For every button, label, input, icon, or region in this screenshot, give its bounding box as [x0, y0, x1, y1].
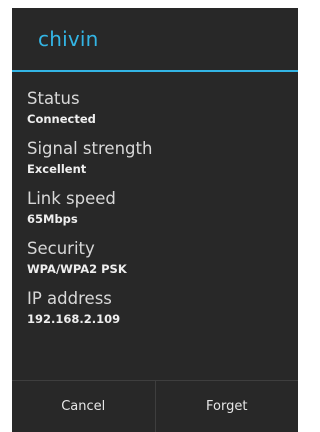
cancel-button[interactable]: Cancel: [12, 381, 155, 432]
detail-value: Connected: [27, 112, 96, 126]
detail-signal-strength: Signal strength Excellent: [12, 138, 298, 176]
detail-label: Link speed: [27, 189, 116, 208]
detail-ip-address: IP address 192.168.2.109: [12, 288, 298, 326]
network-details: Status Connected Signal strength Excelle…: [12, 72, 298, 326]
detail-label: Security: [27, 239, 95, 258]
detail-value: 65Mbps: [27, 212, 78, 226]
wifi-network-dialog: chivin Status Connected Signal strength …: [12, 8, 298, 432]
detail-value: WPA/WPA2 PSK: [27, 262, 127, 276]
dialog-button-bar: Cancel Forget: [12, 380, 298, 432]
detail-security: Security WPA/WPA2 PSK: [12, 238, 298, 276]
network-name-title: chivin: [38, 27, 99, 51]
detail-value: Excellent: [27, 162, 87, 176]
detail-status: Status Connected: [12, 88, 298, 126]
dialog-header: chivin: [12, 8, 298, 72]
forget-button[interactable]: Forget: [154, 381, 299, 432]
detail-value: 192.168.2.109: [27, 312, 121, 326]
detail-label: Status: [27, 89, 80, 108]
detail-label: Signal strength: [27, 139, 153, 158]
detail-label: IP address: [27, 289, 112, 308]
detail-link-speed: Link speed 65Mbps: [12, 188, 298, 226]
